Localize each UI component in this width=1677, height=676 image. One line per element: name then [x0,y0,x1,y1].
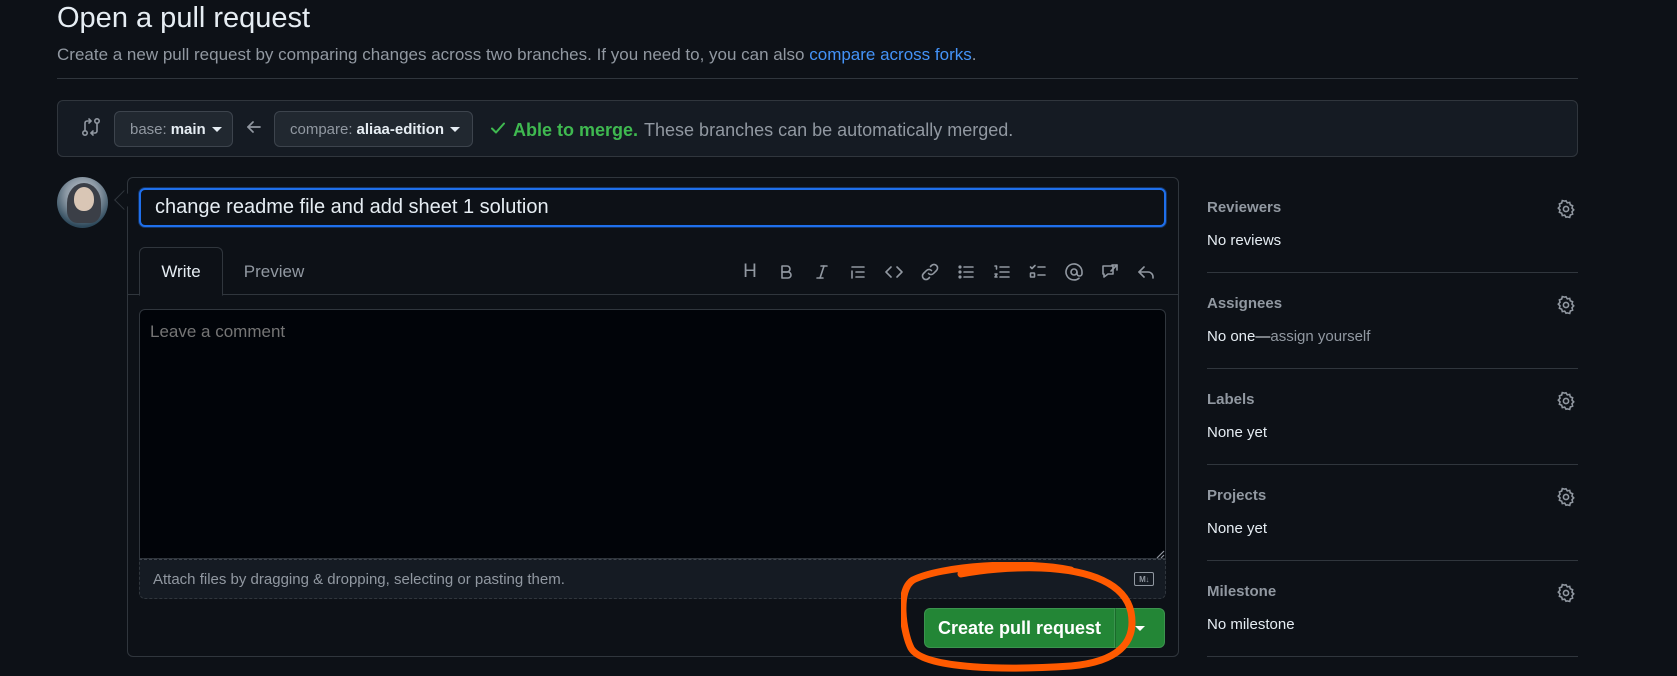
reference-icon[interactable] [1092,259,1128,285]
markdown-toolbar: H [732,259,1164,285]
tab-write[interactable]: Write [139,247,223,296]
merge-status: Able to merge. These branches can be aut… [489,119,1013,142]
page-title: Open a pull request [57,2,311,34]
italic-icon[interactable] [804,259,840,285]
subtitle-end: . [971,45,977,64]
reviewers-value: No reviews [1207,232,1282,249]
sidebar-labels: Labels None yet [1207,369,1578,465]
gear-icon[interactable] [1556,583,1576,603]
assign-yourself-link[interactable]: assign yourself [1270,328,1370,345]
check-icon [489,119,507,142]
header-divider [57,78,1578,79]
gear-icon[interactable] [1556,295,1576,315]
bold-icon[interactable] [768,259,804,285]
compare-forks-link[interactable]: compare across forks [809,45,972,64]
compare-branch-button[interactable]: compare: aliaa-edition [274,111,473,147]
create-options-dropdown[interactable] [1115,608,1165,648]
comment-textarea[interactable] [139,309,1166,559]
labels-value: None yet [1207,424,1268,441]
task-list-icon[interactable] [1020,259,1056,285]
merge-message: These branches can be automatically merg… [644,120,1014,140]
projects-heading[interactable]: Projects [1207,487,1266,504]
arrow-left-icon [245,118,263,136]
labels-heading[interactable]: Labels [1207,391,1255,408]
link-icon[interactable] [912,259,948,285]
subtitle-text: Create a new pull request by comparing c… [57,45,805,64]
chevron-down-icon [211,126,222,132]
create-pull-request-button[interactable]: Create pull request [924,608,1115,648]
assignees-value: No one—assign yourself [1207,328,1370,345]
avatar[interactable] [57,177,108,228]
gear-icon[interactable] [1556,487,1576,507]
create-pr-button-group: Create pull request [924,608,1165,648]
gear-icon[interactable] [1556,199,1576,219]
compose-box: Write Preview H Attach files by dr [127,177,1179,657]
base-branch-name: main [170,120,206,138]
markdown-icon[interactable]: M↓ [1134,572,1154,586]
sidebar: Reviewers No reviews Assignees No one—as… [1207,177,1578,657]
compare-prefix: compare: [290,120,353,138]
sidebar-reviewers: Reviewers No reviews [1207,177,1578,273]
merge-ok-text: Able to merge. [513,120,639,140]
page-subtitle: Create a new pull request by comparing c… [57,45,976,65]
pr-title-input[interactable] [139,188,1166,227]
projects-value: None yet [1207,520,1268,537]
sidebar-projects: Projects None yet [1207,465,1578,561]
tab-preview[interactable]: Preview [229,247,319,296]
milestone-heading[interactable]: Milestone [1207,583,1276,600]
sidebar-assignees: Assignees No one—assign yourself [1207,273,1578,369]
reply-icon[interactable] [1128,259,1164,285]
compare-branch-name: aliaa-edition [356,120,445,138]
heading-icon[interactable]: H [732,259,768,285]
base-branch-button[interactable]: base: main [114,111,233,147]
avatar-face [74,187,94,211]
unordered-list-icon[interactable] [948,259,984,285]
pull-request-page: Open a pull request Create a new pull re… [0,0,1677,676]
base-prefix: base: [130,120,167,138]
milestone-value: No milestone [1207,616,1295,633]
resize-handle-icon[interactable] [1155,546,1165,559]
attach-files-text: Attach files by dragging & dropping, sel… [153,570,565,588]
reviewers-heading[interactable]: Reviewers [1207,199,1281,216]
sidebar-milestone: Milestone No milestone [1207,561,1578,657]
editor-tabs: Write Preview H [128,247,1178,296]
chevron-down-icon [450,126,461,132]
assignees-heading[interactable]: Assignees [1207,295,1282,312]
ordered-list-icon[interactable] [984,259,1020,285]
mention-icon[interactable] [1056,259,1092,285]
gear-icon[interactable] [1556,391,1576,411]
git-compare-icon [80,116,102,138]
heading-glyph: H [743,261,757,282]
attach-files-bar[interactable]: Attach files by dragging & dropping, sel… [139,559,1166,599]
chevron-down-icon [1135,625,1145,631]
compare-bar: base: main compare: aliaa-edition Able to … [57,100,1578,157]
code-icon[interactable] [876,259,912,285]
quote-icon[interactable] [840,259,876,285]
assignees-none: No one— [1207,328,1271,345]
